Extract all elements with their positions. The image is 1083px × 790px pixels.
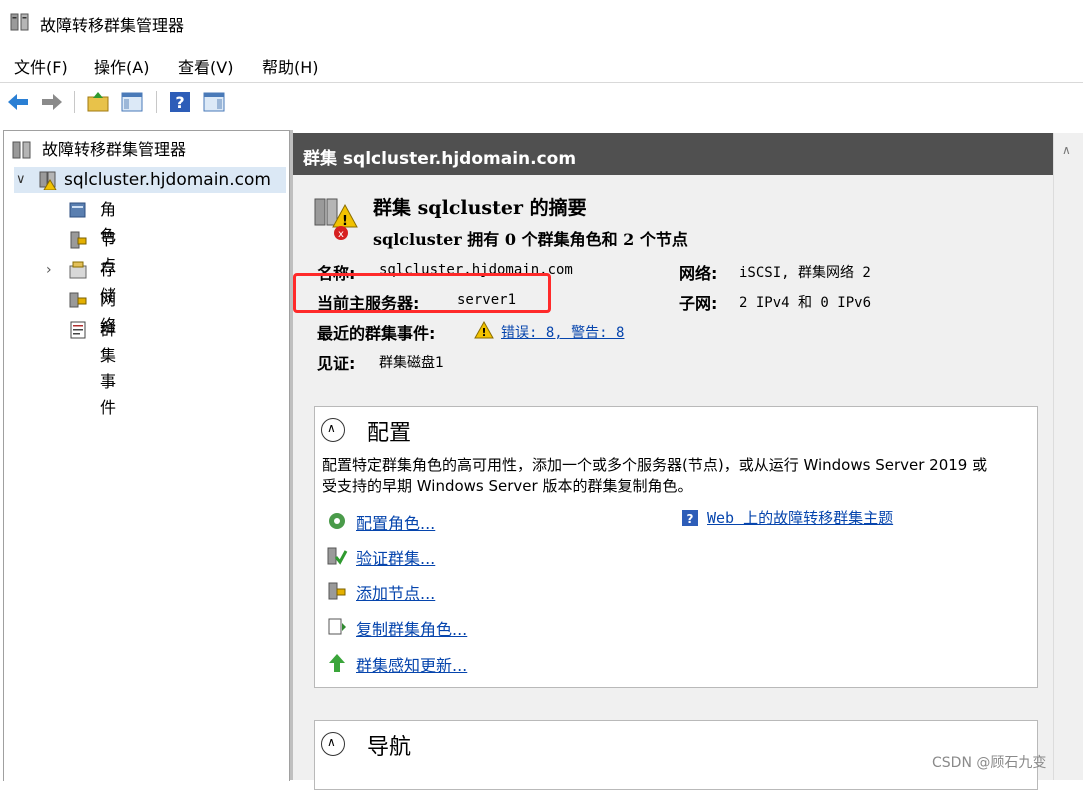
chevron-down-icon[interactable]: ∨	[16, 167, 26, 193]
up-folder-icon[interactable]	[86, 90, 110, 114]
tree-item-cluster[interactable]: ∨ sqlcluster.hjdomain.com	[14, 167, 286, 193]
validate-cluster-label: 验证群集...	[356, 549, 436, 568]
update-arrow-icon	[329, 654, 345, 672]
forward-arrow-icon[interactable]	[40, 90, 64, 114]
menu-help[interactable]: 帮助(H)	[262, 54, 319, 78]
svg-text:?: ?	[687, 512, 694, 526]
menu-action[interactable]: 操作(A)	[94, 54, 149, 78]
console-tree: 故障转移群集管理器 ∨ sqlcluster.hjdomain.com 角色 节…	[3, 130, 290, 781]
cluster-aware-updating-label: 群集感知更新...	[356, 656, 468, 675]
witness-label: 见证:	[317, 354, 356, 373]
chevron-right-icon[interactable]: ›	[46, 257, 52, 283]
summary-title: 群集 sqlcluster 的摘要	[373, 197, 587, 219]
network-value: iSCSI, 群集网络 2	[739, 265, 871, 281]
window-title: 故障转移群集管理器	[40, 16, 185, 35]
collapse-circle-icon[interactable]: ∧	[321, 732, 345, 756]
recent-events-label: 最近的群集事件:	[317, 324, 436, 343]
configure-title: 配置	[367, 421, 412, 446]
title-bar: 故障转移群集管理器	[0, 0, 1083, 46]
validate-cluster-icon	[327, 547, 348, 565]
svg-text:?: ?	[175, 93, 184, 112]
copy-cluster-roles-link[interactable]: 复制群集角色...	[328, 616, 468, 640]
menu-view[interactable]: 查看(V)	[178, 54, 233, 78]
cluster-manager-icon	[10, 13, 29, 31]
network-label: 网络:	[679, 264, 718, 283]
menu-file[interactable]: 文件(F)	[14, 54, 68, 78]
configure-description: 配置特定群集角色的高可用性，添加一个或多个服务器(节点)，或从运行 Window…	[322, 456, 988, 495]
toolbar: ?	[0, 82, 1083, 123]
cluster-summary-icon: ! x	[314, 198, 358, 240]
roles-icon	[69, 202, 86, 218]
tree-events-label: 群集事件	[100, 320, 117, 417]
web-help-link[interactable]: ? Web 上的故障转移群集主题	[682, 507, 894, 528]
subnet-value: 2 IPv4 和 0 IPv6	[739, 295, 872, 311]
configure-panel: ∧ 配置 配置特定群集角色的高可用性，添加一个或多个服务器(节点)，或从运行 W…	[314, 406, 1038, 688]
content-header: 群集 sqlcluster.hjdomain.com	[293, 133, 1053, 175]
web-help-label: Web 上的故障转移群集主题	[707, 509, 894, 527]
show-action-pane-icon[interactable]	[202, 90, 226, 114]
highlight-box	[293, 273, 551, 313]
add-node-link[interactable]: 添加节点...	[328, 580, 436, 604]
subnet-label: 子网:	[679, 294, 718, 313]
cluster-aware-updating-link[interactable]: 群集感知更新...	[329, 652, 468, 676]
add-node-icon	[328, 582, 346, 600]
configure-role-link[interactable]: 配置角色...	[329, 510, 436, 534]
svg-text:x: x	[338, 229, 344, 240]
back-arrow-icon[interactable]	[6, 90, 30, 114]
help-icon[interactable]: ?	[168, 90, 192, 114]
network-icon	[69, 292, 87, 308]
watermark: CSDN @顾石九变	[932, 755, 1047, 771]
svg-text:!: !	[481, 326, 486, 339]
tree-root[interactable]: 故障转移群集管理器	[12, 137, 282, 163]
configure-role-label: 配置角色...	[356, 514, 436, 533]
menu-bar: 文件(F) 操作(A) 查看(V) 帮助(H)	[0, 46, 1083, 82]
validate-cluster-link[interactable]: 验证群集...	[327, 545, 436, 569]
scroll-up-icon[interactable]: ∧	[1062, 143, 1071, 157]
tree-cluster-label: sqlcluster.hjdomain.com	[64, 170, 271, 190]
nodes-icon	[70, 231, 87, 249]
warning-icon: !	[474, 321, 494, 339]
help-book-icon: ?	[682, 510, 698, 526]
witness-value: 群集磁盘1	[379, 355, 444, 371]
vertical-scrollbar[interactable]: ∧	[1053, 133, 1083, 780]
collapse-circle-icon[interactable]: ∧	[321, 418, 345, 442]
tree-root-label: 故障转移群集管理器	[42, 140, 187, 159]
show-console-tree-icon[interactable]	[120, 90, 144, 114]
summary-subtitle: sqlcluster 拥有 0 个群集角色和 2 个节点	[373, 230, 688, 249]
copy-cluster-roles-label: 复制群集角色...	[356, 620, 468, 639]
events-icon	[70, 321, 86, 339]
content-header-title: 群集 sqlcluster.hjdomain.com	[303, 149, 577, 169]
add-node-label: 添加节点...	[356, 584, 436, 603]
copy-roles-icon	[328, 618, 346, 635]
configure-role-icon	[329, 513, 345, 529]
recent-events-link[interactable]: 错误: 8, 警告: 8	[501, 322, 624, 342]
storage-icon	[69, 261, 87, 279]
content-pane: 群集 sqlcluster.hjdomain.com ! x 群集 sqlclu…	[293, 133, 1053, 790]
cluster-icon	[39, 171, 57, 190]
cluster-manager-icon	[12, 141, 31, 159]
navigate-title: 导航	[367, 735, 412, 760]
